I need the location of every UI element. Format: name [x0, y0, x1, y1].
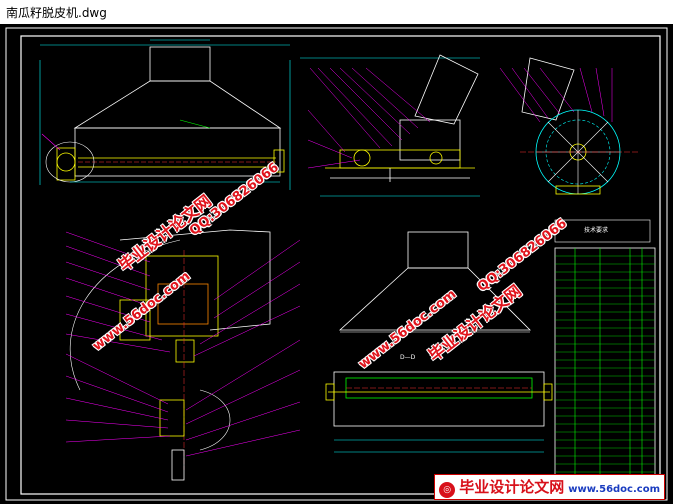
section-label: D—D	[400, 354, 416, 361]
section-view	[65, 229, 301, 481]
rotor-detail	[499, 57, 640, 195]
logo-site-name: 毕业设计论文网	[459, 478, 565, 496]
front-view	[39, 39, 291, 190]
window-title: 南瓜籽脱皮机.dwg	[6, 6, 107, 20]
drawing-canvas[interactable]: D—D 技术要求 毕业设计论文网 QQ:306826066 www.56doc.…	[0, 24, 673, 504]
table-rows	[555, 255, 655, 489]
parts-table	[554, 219, 656, 493]
cad-drawing: D—D 技术要求	[5, 27, 668, 501]
title-bar: 南瓜籽脱皮机.dwg	[0, 0, 673, 25]
site-logo: ◎ 毕业设计论文网 www.56doc.com	[434, 474, 665, 500]
table-heading: 技术要求	[584, 226, 608, 234]
drawing-border	[20, 35, 661, 495]
logo-url: www.56doc.com	[568, 484, 660, 495]
logo-badge-icon: ◎	[439, 482, 456, 498]
side-view	[300, 54, 480, 197]
